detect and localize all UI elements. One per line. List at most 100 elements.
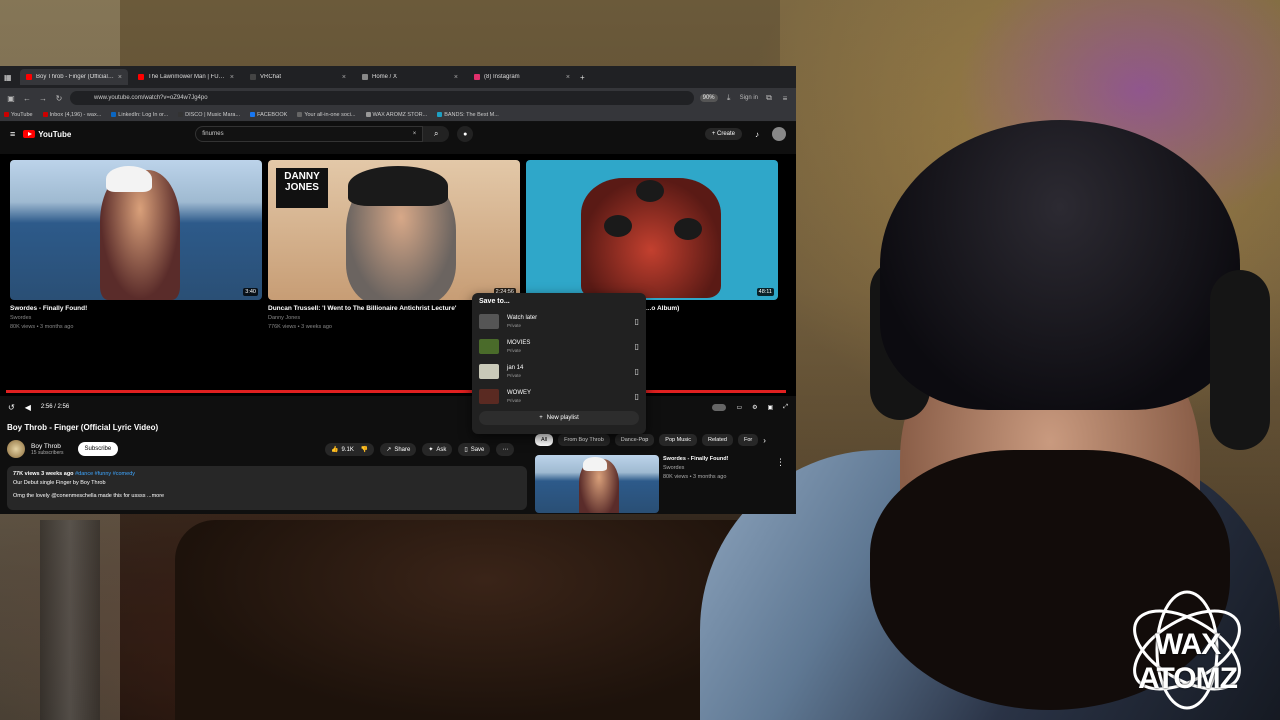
- miniplayer-icon[interactable]: ▣: [768, 404, 774, 411]
- bookmark-item[interactable]: WAX AROMZ STOR...: [365, 112, 427, 118]
- channel-avatar[interactable]: [7, 440, 25, 458]
- clear-search-icon[interactable]: ×: [413, 131, 417, 137]
- description-line: Our Debut single Finger by Boy Throb: [13, 480, 106, 486]
- chip-dance-pop[interactable]: Dance-Pop: [614, 434, 655, 446]
- stream-logo: WAX ATOMZ: [1105, 590, 1270, 710]
- bookmark-item[interactable]: LinkedIn: Log In or...: [111, 112, 168, 118]
- search-icon: ⌕: [434, 129, 439, 138]
- reload-icon[interactable]: ↻: [54, 94, 64, 103]
- video-thumbnail[interactable]: DANNY JONES 2:24:56: [268, 160, 520, 300]
- bookmark-item[interactable]: BANDS: The Best M...: [437, 112, 499, 118]
- tab-0[interactable]: Boy Throb - Finger (Official Lyric ×: [20, 69, 128, 85]
- chevron-right-icon[interactable]: ›: [763, 436, 766, 445]
- bookmark-icon[interactable]: ▯: [635, 392, 639, 401]
- recommended-video[interactable]: Swordes - Finally Found! Swordes 80K vie…: [535, 455, 728, 513]
- close-tab-icon[interactable]: ×: [342, 74, 346, 81]
- volume-icon[interactable]: ◀: [25, 403, 31, 412]
- chip-for-you[interactable]: For: [737, 434, 759, 446]
- bookmark-item[interactable]: Your all-in-one soci...: [297, 112, 356, 118]
- voice-search-icon[interactable]: ●: [457, 126, 474, 142]
- channel-name[interactable]: Swordes: [663, 464, 728, 473]
- bookmark-icon[interactable]: ▯: [635, 342, 639, 351]
- save-button[interactable]: ▯ Save: [458, 443, 491, 456]
- bookmarks-bar: YouTube Inbox (4,196) - wax... LinkedIn:…: [0, 108, 796, 122]
- chip-all[interactable]: All: [535, 434, 554, 446]
- channel-name[interactable]: Boy Throb: [31, 443, 64, 450]
- x-favicon-icon: [362, 74, 368, 80]
- replay-icon[interactable]: ↺: [8, 403, 15, 412]
- youtube-logo[interactable]: YouTube: [23, 130, 71, 139]
- subscribe-button[interactable]: Subscribe: [77, 442, 119, 456]
- video-title[interactable]: Swordes - Finally Found!: [663, 455, 728, 464]
- more-actions-button[interactable]: ⋯: [496, 443, 515, 456]
- account-avatar[interactable]: [772, 127, 786, 141]
- extensions-icon[interactable]: ⧉: [764, 93, 774, 103]
- hamburger-icon[interactable]: ≡: [10, 129, 15, 139]
- fullscreen-icon[interactable]: ⤢: [783, 404, 788, 411]
- autoplay-toggle[interactable]: [712, 403, 727, 411]
- forward-icon[interactable]: →: [38, 94, 48, 103]
- bookmark-item[interactable]: Inbox (4,196) - wax...: [42, 112, 101, 118]
- video-meta: 80K views • 3 months ago: [663, 474, 727, 480]
- tab-4[interactable]: (8) Instagram ×: [468, 69, 576, 85]
- tab-1[interactable]: The Lawnmower Man | FULL M ×: [132, 69, 240, 85]
- search-input[interactable]: finurnes ×: [195, 126, 424, 142]
- sidebar-icon[interactable]: ▣: [6, 94, 16, 103]
- sign-in-button[interactable]: Sign in: [740, 95, 758, 101]
- more-options-icon[interactable]: ⋮: [776, 457, 785, 468]
- video-thumbnail[interactable]: 48:11: [526, 160, 778, 300]
- thumbs-down-icon[interactable]: 👎: [361, 446, 368, 453]
- progress-bar[interactable]: [6, 390, 786, 393]
- chip-pop-music[interactable]: Pop Music: [659, 434, 697, 446]
- guitar: [40, 520, 100, 720]
- bookmark-icon: ▯: [464, 447, 468, 453]
- new-playlist-button[interactable]: + New playlist: [479, 411, 639, 425]
- bookmark-item[interactable]: DISCO | Music Mara...: [178, 112, 240, 118]
- tab-2[interactable]: VRChat ×: [244, 69, 352, 85]
- video-thumbnail[interactable]: 3:40: [10, 160, 262, 300]
- create-button[interactable]: + Create: [704, 128, 742, 140]
- captions-icon[interactable]: ▭: [736, 404, 742, 411]
- back-icon[interactable]: ←: [22, 94, 32, 103]
- playlist-item[interactable]: Watch later Private ▯: [479, 309, 639, 334]
- close-tab-icon[interactable]: ×: [118, 74, 122, 81]
- playlist-item[interactable]: MOVIES Private ▯: [479, 334, 639, 359]
- tab-title: The Lawnmower Man | FULL M: [148, 74, 226, 80]
- notifications-bell-icon[interactable]: ♪: [750, 127, 764, 141]
- video-player[interactable]: 3:40 Swordes - Finally Found! Swordes 80…: [0, 154, 796, 404]
- bookmark-icon[interactable]: ▯: [635, 317, 639, 326]
- bookmark-item[interactable]: YouTube: [4, 112, 33, 118]
- show-more-link[interactable]: ...more: [147, 493, 164, 499]
- chip-related[interactable]: Related: [701, 434, 733, 446]
- end-screen-video-1[interactable]: 3:40 Swordes - Finally Found! Swordes 80…: [10, 160, 262, 330]
- channel-name[interactable]: Swordes: [10, 315, 262, 321]
- search-button[interactable]: ⌕: [423, 126, 450, 142]
- tab-title: VRChat: [260, 74, 282, 80]
- like-button[interactable]: 👍 9.1K 👎: [325, 443, 375, 456]
- video-title[interactable]: Swordes - Finally Found!: [10, 305, 262, 312]
- new-tab-icon[interactable]: +: [580, 73, 585, 82]
- playlist-item[interactable]: WOWEY Private ▯: [479, 384, 639, 409]
- share-button[interactable]: ↗ Share: [380, 443, 417, 456]
- chip-from-channel[interactable]: From Boy Throb: [558, 434, 610, 446]
- ask-button[interactable]: ✦ Ask: [422, 443, 453, 456]
- url-field[interactable]: www.youtube.com/watch?v=oZ94w7Jg4po: [70, 91, 694, 105]
- playlist-item[interactable]: jan 14 Private ▯: [479, 359, 639, 384]
- video-thumbnail[interactable]: [535, 455, 659, 513]
- close-tab-icon[interactable]: ×: [230, 74, 234, 81]
- tab-title: (8) Instagram: [484, 74, 520, 80]
- zoom-level[interactable]: 90%: [699, 94, 718, 102]
- thumbs-up-icon: 👍: [331, 447, 339, 453]
- description-box[interactable]: 77K views 3 weeks ago #dance #funny #com…: [7, 466, 527, 510]
- close-tab-icon[interactable]: ×: [454, 74, 458, 81]
- browser-menu-icon[interactable]: ▦: [4, 73, 16, 82]
- menu-icon[interactable]: ≡: [780, 94, 790, 103]
- tab-3[interactable]: Home / X ×: [356, 69, 464, 85]
- hashtags[interactable]: #dance #funny #comedy: [75, 471, 135, 477]
- end-screen: 3:40 Swordes - Finally Found! Swordes 80…: [10, 160, 778, 330]
- close-tab-icon[interactable]: ×: [566, 74, 570, 81]
- bookmark-icon[interactable]: ▯: [635, 367, 639, 376]
- bookmark-item[interactable]: FACEBOOK: [250, 112, 287, 118]
- download-icon[interactable]: ⤓: [724, 93, 734, 103]
- settings-gear-icon[interactable]: ⚙: [752, 404, 757, 411]
